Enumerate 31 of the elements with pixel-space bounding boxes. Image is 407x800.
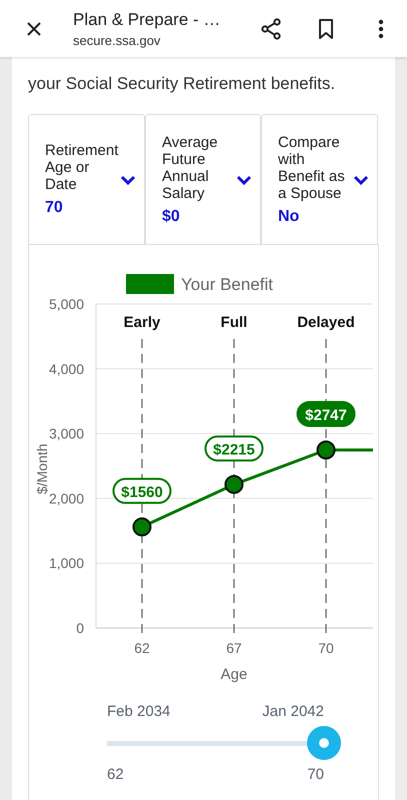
y-tick-label: 1,000: [48, 555, 84, 572]
value-badge: $1560: [112, 478, 172, 504]
phase-label: Delayed: [297, 314, 355, 331]
page-title: Plan & Prepare - …: [73, 10, 222, 30]
selector-value: 70: [45, 199, 64, 217]
selector-value: No: [278, 208, 300, 226]
start-date-label: Feb 2034: [107, 703, 170, 720]
y-tick-label: 3,000: [48, 426, 84, 442]
selector-label: Compare with Benefit as a Spouse: [278, 134, 346, 202]
y-tick-label: 4,000: [48, 360, 84, 377]
y-tick-label: 0: [76, 620, 84, 636]
end-date-label: Jan 2042: [262, 703, 324, 720]
y-tick-label: 5,000: [48, 296, 84, 312]
page-url: secure.ssa.gov: [73, 32, 162, 48]
legend-label: Your Benefit: [181, 275, 273, 294]
max-age-label: 70: [307, 766, 324, 783]
x-axis-title: Age: [220, 666, 248, 683]
intro-text: your Social Security Retirement benefits.: [28, 73, 336, 95]
x-tick-label: 67: [226, 640, 242, 656]
y-tick-label: 2,000: [48, 490, 84, 506]
phase-label: Early: [124, 314, 160, 331]
selector-value: $0: [162, 208, 181, 226]
min-age-label: 62: [107, 766, 124, 783]
selector-label: Average Future Annual Salary: [162, 134, 219, 202]
x-tick-label: 70: [318, 640, 334, 656]
value-badge: $2747: [296, 401, 356, 427]
selector-label: Retirement Age or Date: [45, 142, 118, 193]
x-tick-label: 62: [134, 640, 150, 656]
y-axis-title: $/Month: [34, 444, 50, 494]
phase-label: Full: [220, 314, 248, 331]
value-badge: $2215: [204, 435, 264, 462]
